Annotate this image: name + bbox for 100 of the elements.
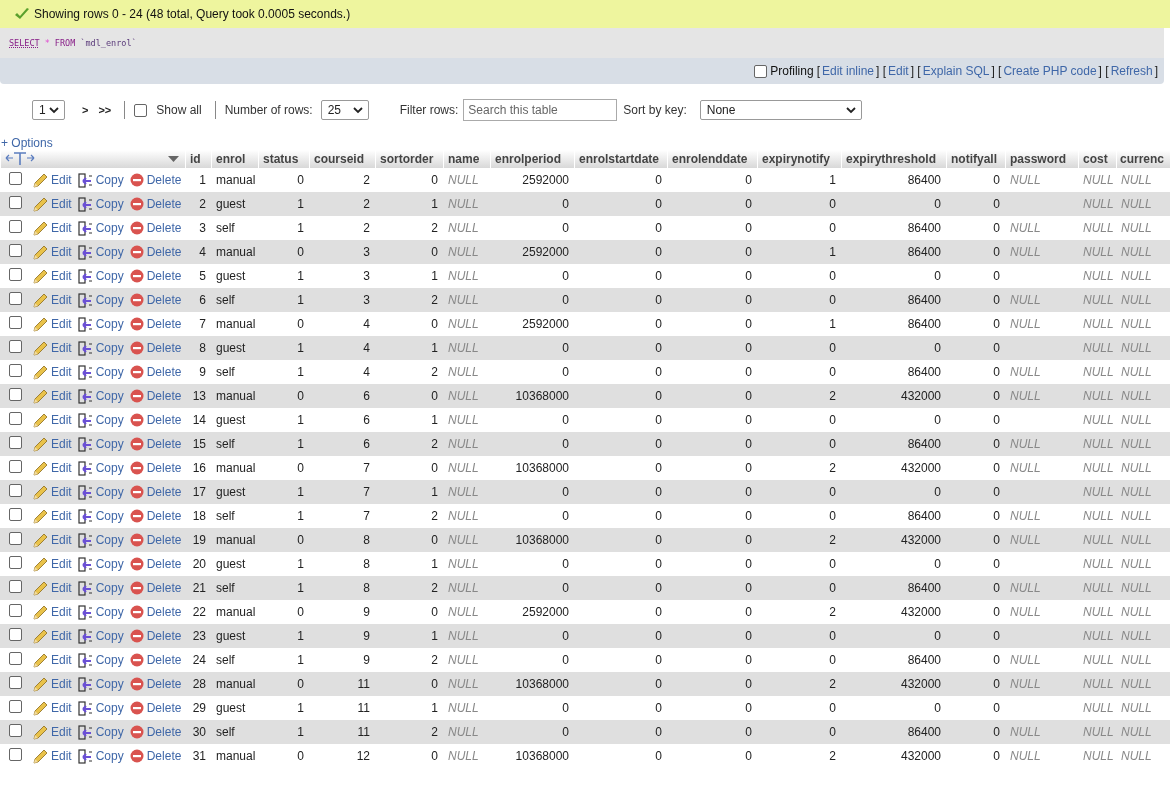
row-checkbox[interactable] bbox=[8, 508, 22, 521]
copy-link[interactable]: Copy bbox=[95, 557, 124, 571]
column-header[interactable]: sortorder bbox=[375, 150, 443, 168]
edit-link[interactable]: Edit bbox=[51, 389, 72, 403]
row-checkbox[interactable] bbox=[8, 676, 22, 689]
copy-link[interactable]: Copy bbox=[95, 509, 124, 523]
delete-link[interactable]: Delete bbox=[146, 365, 182, 379]
row-checkbox[interactable] bbox=[8, 244, 22, 257]
copy-link[interactable]: Copy bbox=[95, 677, 124, 691]
row-checkbox[interactable] bbox=[8, 364, 22, 377]
query-link[interactable]: Create PHP code bbox=[1003, 64, 1097, 78]
copy-link[interactable]: Copy bbox=[95, 269, 124, 283]
edit-link[interactable]: Edit bbox=[51, 317, 72, 331]
row-checkbox[interactable] bbox=[8, 604, 22, 617]
edit-link[interactable]: Edit bbox=[51, 221, 72, 235]
edit-link[interactable]: Edit bbox=[51, 605, 72, 619]
options-link[interactable]: + Options bbox=[1, 136, 53, 150]
delete-link[interactable]: Delete bbox=[146, 677, 182, 691]
delete-link[interactable]: Delete bbox=[146, 749, 182, 763]
delete-link[interactable]: Delete bbox=[146, 605, 182, 619]
row-checkbox[interactable] bbox=[8, 460, 22, 473]
query-link[interactable]: Edit inline bbox=[821, 64, 874, 78]
page-select[interactable]: 1 bbox=[32, 100, 65, 120]
copy-link[interactable]: Copy bbox=[95, 749, 124, 763]
row-checkbox[interactable] bbox=[8, 556, 22, 569]
row-checkbox[interactable] bbox=[8, 748, 22, 761]
delete-link[interactable]: Delete bbox=[146, 437, 182, 451]
copy-link[interactable]: Copy bbox=[95, 701, 124, 715]
copy-link[interactable]: Copy bbox=[95, 413, 124, 427]
copy-link[interactable]: Copy bbox=[95, 653, 124, 667]
row-checkbox[interactable] bbox=[8, 724, 22, 737]
last-page-button[interactable]: >> bbox=[98, 104, 112, 116]
delete-link[interactable]: Delete bbox=[146, 533, 182, 547]
delete-link[interactable]: Delete bbox=[146, 509, 182, 523]
row-checkbox[interactable] bbox=[8, 388, 22, 401]
copy-link[interactable]: Copy bbox=[95, 197, 124, 211]
delete-link[interactable]: Delete bbox=[146, 197, 182, 211]
row-checkbox[interactable] bbox=[8, 532, 22, 545]
column-header[interactable]: notifyall bbox=[946, 150, 1005, 168]
copy-link[interactable]: Copy bbox=[95, 221, 124, 235]
column-header[interactable]: expirythreshold bbox=[841, 150, 946, 168]
edit-link[interactable]: Edit bbox=[51, 509, 72, 523]
sort-key-select[interactable]: None bbox=[699, 100, 862, 120]
profiling-checkbox[interactable] bbox=[754, 64, 768, 78]
column-header[interactable]: password bbox=[1005, 150, 1078, 168]
copy-link[interactable]: Copy bbox=[95, 173, 124, 187]
copy-link[interactable]: Copy bbox=[95, 317, 124, 331]
edit-link[interactable]: Edit bbox=[51, 197, 72, 211]
copy-link[interactable]: Copy bbox=[95, 365, 124, 379]
edit-link[interactable]: Edit bbox=[51, 173, 72, 187]
edit-link[interactable]: Edit bbox=[51, 293, 72, 307]
column-header[interactable]: name bbox=[443, 150, 490, 168]
copy-link[interactable]: Copy bbox=[95, 629, 124, 643]
query-link[interactable]: Explain SQL bbox=[922, 64, 990, 78]
column-header[interactable]: enrol bbox=[211, 150, 258, 168]
delete-link[interactable]: Delete bbox=[146, 341, 182, 355]
delete-link[interactable]: Delete bbox=[146, 485, 182, 499]
delete-link[interactable]: Delete bbox=[146, 461, 182, 475]
delete-link[interactable]: Delete bbox=[146, 725, 182, 739]
delete-link[interactable]: Delete bbox=[146, 245, 182, 259]
edit-link[interactable]: Edit bbox=[51, 581, 72, 595]
delete-link[interactable]: Delete bbox=[146, 581, 182, 595]
copy-link[interactable]: Copy bbox=[95, 389, 124, 403]
next-page-button[interactable]: > bbox=[82, 104, 89, 116]
edit-link[interactable]: Edit bbox=[51, 269, 72, 283]
copy-link[interactable]: Copy bbox=[95, 725, 124, 739]
row-checkbox[interactable] bbox=[8, 652, 22, 665]
copy-link[interactable]: Copy bbox=[95, 245, 124, 259]
edit-link[interactable]: Edit bbox=[51, 653, 72, 667]
row-checkbox[interactable] bbox=[8, 292, 22, 305]
copy-link[interactable]: Copy bbox=[95, 533, 124, 547]
copy-link[interactable]: Copy bbox=[95, 605, 124, 619]
edit-link[interactable]: Edit bbox=[51, 365, 72, 379]
sql-keyword[interactable]: SELECT bbox=[9, 38, 40, 48]
row-checkbox[interactable] bbox=[8, 700, 22, 713]
edit-link[interactable]: Edit bbox=[51, 437, 72, 451]
column-header[interactable]: courseid bbox=[309, 150, 375, 168]
row-checkbox[interactable] bbox=[8, 628, 22, 641]
edit-link[interactable]: Edit bbox=[51, 413, 72, 427]
delete-link[interactable]: Delete bbox=[146, 629, 182, 643]
edit-link[interactable]: Edit bbox=[51, 557, 72, 571]
filter-field[interactable]: Search this table bbox=[463, 99, 618, 121]
row-checkbox[interactable] bbox=[8, 436, 22, 449]
delete-link[interactable]: Delete bbox=[146, 389, 182, 403]
column-header[interactable]: expirynotify bbox=[757, 150, 841, 168]
edit-link[interactable]: Edit bbox=[51, 749, 72, 763]
row-checkbox[interactable] bbox=[8, 340, 22, 353]
delete-link[interactable]: Delete bbox=[146, 413, 182, 427]
row-checkbox[interactable] bbox=[8, 580, 22, 593]
delete-link[interactable]: Delete bbox=[146, 557, 182, 571]
copy-link[interactable]: Copy bbox=[95, 581, 124, 595]
edit-link[interactable]: Edit bbox=[51, 533, 72, 547]
column-header[interactable]: enrolperiod bbox=[490, 150, 574, 168]
edit-link[interactable]: Edit bbox=[51, 629, 72, 643]
query-link[interactable]: Refresh bbox=[1110, 64, 1153, 78]
copy-link[interactable]: Copy bbox=[95, 461, 124, 475]
edit-link[interactable]: Edit bbox=[51, 245, 72, 259]
edit-link[interactable]: Edit bbox=[51, 701, 72, 715]
delete-link[interactable]: Delete bbox=[146, 653, 182, 667]
copy-link[interactable]: Copy bbox=[95, 293, 124, 307]
